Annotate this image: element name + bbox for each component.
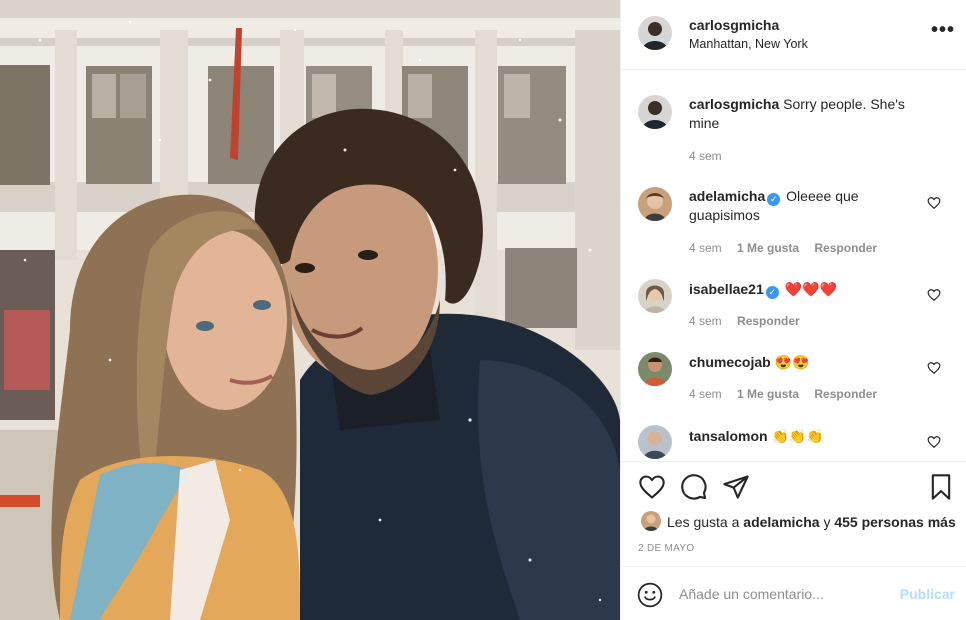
add-comment-bar: Publicar (621, 566, 966, 620)
like-comment-heart-icon[interactable] (927, 196, 941, 210)
comment-body: 😍😍 (774, 354, 810, 370)
post-date[interactable]: 2 DE MAYO (638, 543, 694, 554)
comment-time[interactable]: 4 sem (689, 387, 722, 401)
comment-bubble-icon[interactable] (680, 473, 708, 501)
like-comment-heart-icon[interactable] (927, 361, 941, 375)
comment-text: isabellae21 ✓ ❤️❤️❤️ (689, 280, 919, 299)
likes-connector: y (823, 514, 831, 530)
comment-input[interactable] (679, 582, 889, 606)
post-actions: Les gusta a adelamicha y 455 personas má… (621, 461, 966, 566)
comment-item: chumecojab 😍😍 4 sem 1 Me gusta Responder (621, 349, 966, 409)
likes-summary: Les gusta a adelamicha y 455 personas má… (667, 514, 956, 530)
comment-meta: 4 sem 1 Me gusta Responder (689, 241, 889, 255)
comment-username[interactable]: chumecojab (689, 354, 771, 370)
comment-likes[interactable]: 1 Me gusta (737, 241, 799, 255)
comment-item: adelamicha ✓ Oleeee que guapisimos 4 sem … (621, 183, 966, 263)
comments-list[interactable]: carlosgmicha Sorry people. She's mine 4 … (621, 71, 966, 461)
comment-text: adelamicha ✓ Oleeee que guapisimos (689, 187, 919, 225)
comment-time[interactable]: 4 sem (689, 314, 722, 328)
share-paper-plane-icon[interactable] (722, 473, 750, 501)
publish-button[interactable]: Publicar (900, 586, 955, 602)
post-photo[interactable] (0, 0, 620, 620)
emoji-smiley-icon[interactable] (637, 582, 663, 608)
comment-text: chumecojab 😍😍 (689, 353, 919, 372)
comment-body: 👏👏👏 (771, 428, 824, 444)
comment-body: ❤️❤️❤️ (784, 281, 837, 297)
avatar[interactable] (638, 352, 672, 386)
comment-username[interactable]: tansalomon (689, 428, 768, 444)
caption: carlosgmicha Sorry people. She's mine 4 … (621, 71, 966, 163)
commenter-avatar-icon (638, 279, 672, 313)
like-comment-heart-icon[interactable] (927, 435, 941, 449)
verified-badge-icon: ✓ (765, 286, 779, 299)
avatar[interactable] (638, 95, 672, 129)
avatar[interactable] (638, 16, 672, 50)
avatar[interactable] (638, 187, 672, 221)
comment-meta: 4 sem Responder (689, 314, 812, 328)
comment-meta: 4 sem 1 Me gusta Responder (689, 387, 889, 401)
likes-prefix: Les gusta a (667, 514, 740, 530)
post-header: carlosgmicha Manhattan, New York ••• (621, 0, 966, 70)
couple-selfie-photo (0, 0, 620, 620)
more-options-icon[interactable]: ••• (931, 20, 955, 40)
caption-meta: 4 sem (689, 149, 734, 163)
save-bookmark-icon[interactable] (927, 473, 955, 501)
likes-user-link[interactable]: adelamicha (743, 514, 819, 530)
avatar[interactable] (638, 279, 672, 313)
header-username[interactable]: carlosgmicha (689, 17, 779, 33)
like-comment-heart-icon[interactable] (927, 288, 941, 302)
commenter-avatar-icon (638, 425, 672, 459)
comment-item: tansalomon 👏👏👏 (621, 423, 966, 461)
post-side-panel: carlosgmicha Manhattan, New York ••• car… (620, 0, 966, 620)
reply-button[interactable]: Responder (814, 387, 877, 401)
comment-likes[interactable]: 1 Me gusta (737, 387, 799, 401)
avatar[interactable] (638, 425, 672, 459)
commenter-avatar-icon (638, 187, 672, 221)
liker-avatar[interactable] (641, 511, 661, 531)
comment-username[interactable]: adelamicha (689, 188, 765, 204)
liker-avatar-icon (641, 511, 661, 531)
comment-username[interactable]: isabellae21 (689, 281, 764, 297)
author-avatar-icon (638, 95, 672, 129)
verified-badge-icon: ✓ (767, 193, 781, 206)
location-link[interactable]: Manhattan, New York (689, 37, 808, 51)
comment-item: isabellae21 ✓ ❤️❤️❤️ 4 sem Responder (621, 276, 966, 336)
likes-others-link[interactable]: 455 personas más (834, 514, 955, 530)
commenter-avatar-icon (638, 352, 672, 386)
comment-time[interactable]: 4 sem (689, 241, 722, 255)
reply-button[interactable]: Responder (814, 241, 877, 255)
author-avatar-icon (638, 16, 672, 50)
caption-text: carlosgmicha Sorry people. She's mine (689, 95, 919, 133)
caption-username[interactable]: carlosgmicha (689, 96, 779, 112)
comment-text: tansalomon 👏👏👏 (689, 427, 919, 446)
reply-button[interactable]: Responder (737, 314, 800, 328)
caption-time[interactable]: 4 sem (689, 149, 722, 163)
like-heart-icon[interactable] (638, 473, 666, 501)
